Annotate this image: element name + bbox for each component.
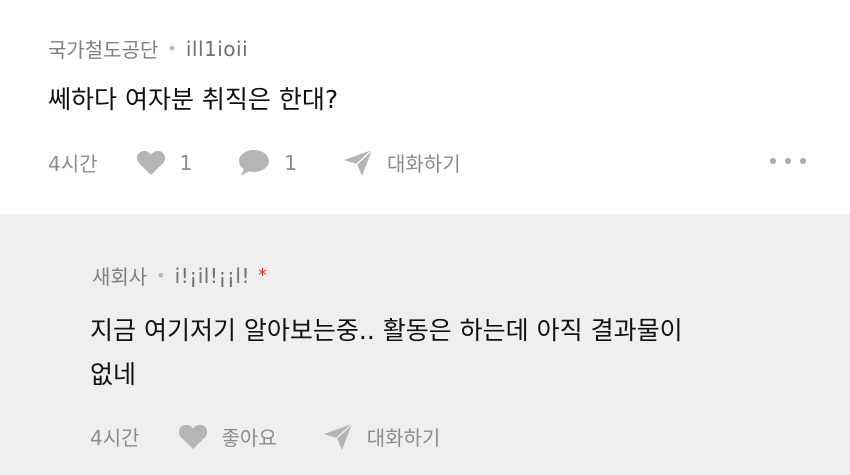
like-button[interactable]: 좋아요: [178, 422, 277, 451]
comment-time: 4시간: [48, 152, 98, 176]
comment-card: 국가철도공단 • ill1ioii 쎄하다 여자분 취직은 한대? 4시간 1 …: [0, 0, 850, 214]
chat-button[interactable]: 대화하기: [343, 148, 461, 177]
comment-text: 쎄하다 여자분 취직은 한대?: [48, 85, 339, 114]
reply-meta: 새회사 • i!¡il!¡¡l! *: [92, 261, 267, 290]
reply-button[interactable]: 1: [238, 149, 297, 177]
reply-actions: 4시간 좋아요 대화하기: [90, 422, 486, 451]
comment-author[interactable]: ill1ioii: [186, 37, 248, 61]
comment-actions: 4시간 1 1 대화하기: [48, 148, 507, 177]
reply-card: 새회사 • i!¡il!¡¡l! * 지금 여기저기 알아보는중.. 활동은 하…: [0, 214, 850, 475]
reply-count: 1: [284, 150, 297, 175]
more-dots-icon: [770, 158, 776, 164]
heart-icon: [136, 150, 165, 175]
reply-text: 지금 여기저기 알아보는중.. 활동은 하는데 아직 결과물이 없네: [90, 316, 683, 389]
like-count: 1: [179, 150, 193, 175]
meta-separator: •: [156, 266, 166, 285]
reply-time: 4시간: [90, 426, 140, 450]
more-options-button[interactable]: [770, 150, 806, 172]
meta-separator: •: [167, 39, 177, 58]
chat-button[interactable]: 대화하기: [323, 422, 441, 451]
chat-label: 대화하기: [366, 426, 441, 450]
reply-author[interactable]: i!¡il!¡¡l!: [175, 264, 250, 288]
send-arrow-icon: [344, 148, 373, 176]
heart-icon: [178, 424, 207, 449]
more-dot: [800, 158, 806, 164]
more-dot: [785, 158, 791, 164]
send-arrow-icon: [323, 422, 353, 450]
comment-category[interactable]: 국가철도공단: [48, 34, 158, 63]
reply-category[interactable]: 새회사: [92, 261, 147, 290]
like-label: 좋아요: [221, 426, 277, 450]
speech-bubble-icon: [239, 149, 270, 176]
author-mark: *: [257, 265, 267, 286]
chat-label: 대화하기: [387, 152, 461, 176]
like-button[interactable]: 1: [136, 150, 193, 176]
comment-meta: 국가철도공단 • ill1ioii: [48, 34, 248, 63]
